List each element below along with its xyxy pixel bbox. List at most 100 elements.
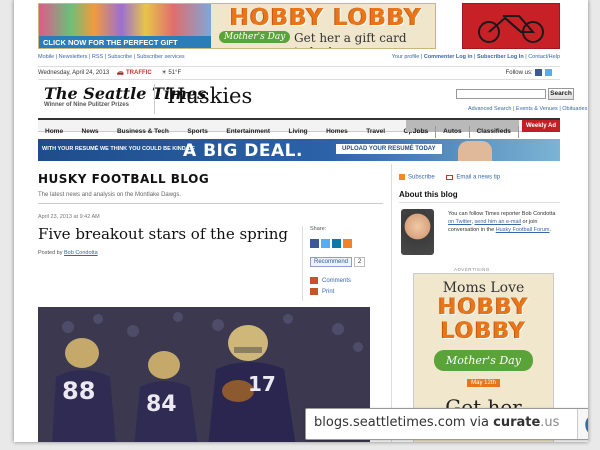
- recommend-count: 2: [354, 257, 366, 267]
- date-bar: Wednesday, April 24, 2013 🚗 TRAFFIC ☀ 51…: [38, 66, 560, 80]
- print-link[interactable]: Print: [310, 288, 384, 295]
- curate-tld: .us: [540, 415, 560, 430]
- recommend-widget: Recommend 2: [310, 257, 384, 267]
- ad-occasion: Mother's Day: [219, 31, 291, 43]
- account-links: Your profile | Commenter Log in | Subscr…: [391, 54, 560, 60]
- nav-item-business-tech[interactable]: Business & Tech: [110, 126, 176, 138]
- nav-item-news[interactable]: News: [75, 126, 106, 138]
- jobs-banner-ad[interactable]: WITH YOUR RESUMÉ WE THINK YOU COULD BE K…: [38, 139, 560, 161]
- byline: Posted by Bob Condotta: [38, 250, 98, 256]
- nav-item-classifieds[interactable]: Classifieds: [470, 126, 519, 138]
- nav-item-home[interactable]: Home: [38, 126, 70, 138]
- divider: [399, 201, 560, 203]
- your-profile-link[interactable]: Your profile: [392, 54, 420, 60]
- curate-url: blogs.seattletimes.com via curate.us: [314, 415, 559, 430]
- twitter-share-icon[interactable]: [321, 239, 330, 248]
- comments-label: Comments: [322, 278, 352, 285]
- nav-item-living[interactable]: Living: [282, 126, 315, 138]
- bicycle-ad[interactable]: [462, 3, 560, 49]
- comments-link[interactable]: Comments: [310, 277, 384, 284]
- follow-us: Follow us:: [506, 67, 552, 79]
- ad-brand: HOBBY LOBBY: [229, 5, 423, 31]
- blog-description: The latest news and analysis on the Mont…: [38, 192, 182, 198]
- search-input[interactable]: [456, 89, 546, 99]
- banner-big-text: A BIG DEAL.: [183, 141, 303, 161]
- more-share-icon[interactable]: [343, 239, 352, 248]
- share-icons: [310, 235, 384, 253]
- banner-small-text: WITH YOUR RESUMÉ WE THINK YOU COULD BE K…: [42, 146, 195, 152]
- about-heading: About this blog: [399, 189, 458, 199]
- bio-text: .: [549, 227, 552, 233]
- forum-link[interactable]: Husky Football Forum: [496, 227, 550, 233]
- side-ad-occasion: Mother's Day: [434, 350, 533, 371]
- print-icon: [310, 288, 318, 296]
- author-link[interactable]: Bob Condotta: [64, 250, 98, 256]
- contact-help-link[interactable]: Contact/Help: [528, 54, 560, 60]
- sidebar-links: Subscribe Email a news tip: [399, 174, 560, 181]
- author-avatar: [401, 209, 434, 255]
- traffic-label: TRAFFIC: [125, 70, 152, 76]
- ad-cta[interactable]: CLICK NOW FOR THE PERFECT GIFT: [39, 36, 211, 48]
- print-label: Print: [322, 289, 335, 296]
- nav-item-homes[interactable]: Homes: [319, 126, 355, 138]
- nav-item-travel[interactable]: Travel: [359, 126, 392, 138]
- post-headline: Five breakout stars of the spring: [38, 225, 289, 243]
- via-text: via: [465, 415, 494, 430]
- linkedin-share-icon[interactable]: [332, 239, 341, 248]
- side-ad-headline: Moms Love: [442, 280, 525, 296]
- share-label: Share:: [310, 226, 327, 232]
- advertising-label: ADVERTISING: [454, 267, 490, 272]
- gift-cards-image: [39, 4, 211, 36]
- side-ad-brand-line1: HOBBY: [438, 295, 529, 320]
- nav-item-sports[interactable]: Sports: [180, 126, 215, 138]
- jersey-number-84: 84: [146, 392, 177, 417]
- traffic-link[interactable]: 🚗 TRAFFIC: [117, 70, 152, 76]
- curate-attribution[interactable]: blogs.seattletimes.com via curate.us: [305, 408, 588, 440]
- temperature: 51°F: [168, 70, 182, 76]
- side-ad-brand-line2: LOBBY: [440, 319, 527, 344]
- section-title[interactable]: Huskies: [154, 84, 252, 114]
- top-banner-ad[interactable]: CLICK NOW FOR THE PERFECT GIFT HOBBY LOB…: [38, 3, 436, 49]
- weather-readout[interactable]: ☀ 51°F: [161, 70, 181, 76]
- nav-item-autos[interactable]: Autos: [436, 126, 470, 138]
- search-links[interactable]: Advanced Search | Events & Venues | Obit…: [468, 106, 587, 112]
- masthead: The Seattle Times Winner of Nine Pulitze…: [38, 82, 587, 118]
- facebook-icon[interactable]: [535, 68, 543, 76]
- subscribe-link[interactable]: Subscribe: [408, 175, 435, 181]
- twitter-icon[interactable]: [545, 68, 552, 76]
- recommend-button[interactable]: Recommend: [310, 257, 353, 267]
- divider: [38, 203, 383, 204]
- ad-tagline: Get her a gift card today!: [294, 31, 407, 48]
- nav-item-entertainment[interactable]: Entertainment: [219, 126, 277, 138]
- classifieds-nav: Jobs Autos Classifieds: [406, 120, 519, 138]
- email-tip-link[interactable]: Email a news tip: [456, 175, 500, 181]
- upload-resume-button[interactable]: UPLOAD YOUR RESUMÉ TODAY: [336, 144, 442, 154]
- blog-title[interactable]: HUSKY FOOTBALL BLOG: [38, 172, 209, 186]
- follow-label: Follow us:: [505, 70, 533, 76]
- utility-bar: Mobile | Newsletters | RSS | Subscribe |…: [38, 54, 560, 64]
- jersey-number-17: 17: [248, 372, 276, 396]
- author-bio: You can follow Times reporter Bob Condot…: [448, 210, 561, 234]
- comments-icon: [310, 277, 318, 284]
- source-domain: blogs.seattletimes.com: [314, 415, 466, 430]
- post-date: April 23, 2013 at 9:42 AM: [38, 214, 100, 220]
- posted-by-label: Posted by: [38, 250, 63, 256]
- commenter-login-link[interactable]: Commenter Log in: [424, 54, 473, 60]
- rss-icon: [399, 174, 405, 180]
- search-button[interactable]: Search: [548, 88, 574, 100]
- curate-brand: curate: [493, 415, 541, 430]
- share-box: Share: Recommend 2 Comments Print: [302, 226, 384, 301]
- twitter-link[interactable]: on Twitter: [448, 219, 471, 225]
- facebook-share-icon[interactable]: [310, 239, 319, 248]
- banner-man-image: [458, 141, 492, 161]
- screenshot-frame: CLICK NOW FOR THE PERFECT GIFT HOBBY LOB…: [14, 0, 588, 442]
- utility-links[interactable]: Mobile | Newsletters | RSS | Subscribe |…: [38, 54, 185, 60]
- subscriber-login-link[interactable]: Subscriber Log In: [477, 54, 524, 60]
- nav-item-jobs[interactable]: Jobs: [406, 126, 437, 138]
- jersey-number-88: 88: [62, 377, 95, 405]
- curate-logo-icon: [577, 409, 588, 439]
- email-link[interactable]: send him an e-mail: [475, 219, 521, 225]
- weekly-ad-button[interactable]: Weekly Ad: [521, 120, 560, 132]
- current-date: Wednesday, April 24, 2013: [38, 70, 110, 76]
- bio-text: ,: [471, 219, 473, 225]
